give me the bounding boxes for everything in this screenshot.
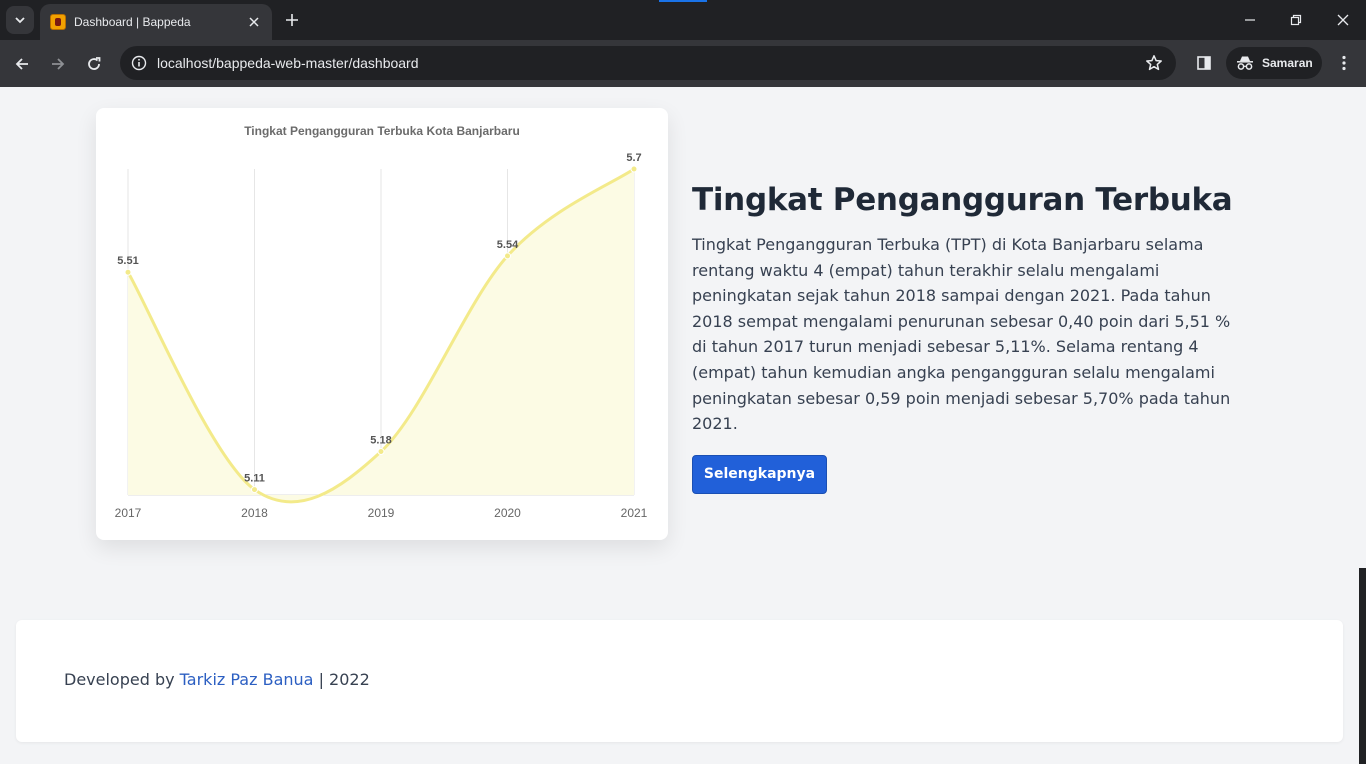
- arrow-left-icon: [15, 58, 28, 70]
- star-icon: [1146, 55, 1162, 71]
- side-panel-icon: [1197, 56, 1211, 70]
- close-icon: [1337, 14, 1349, 26]
- browser-toolbar: localhost/bappeda-web-master/dashboard S…: [0, 40, 1366, 87]
- minimize-icon: [1245, 19, 1255, 21]
- restore-button[interactable]: [1284, 8, 1308, 32]
- chart-card: Tingkat Pengangguran Terbuka Kota Banjar…: [96, 108, 668, 540]
- chart-x-tick-label: 2020: [494, 506, 521, 520]
- tab-close-button[interactable]: [246, 14, 262, 30]
- section-heading: Tingkat Pengangguran Terbuka: [692, 182, 1233, 218]
- info-icon: [131, 55, 147, 71]
- minimize-button[interactable]: [1238, 8, 1262, 32]
- chart-data-point[interactable]: [504, 252, 511, 260]
- profile-label: Samaran: [1262, 56, 1313, 70]
- chart-title: Tingkat Pengangguran Terbuka Kota Banjar…: [244, 124, 520, 138]
- chart-x-tick-label: 2021: [621, 506, 648, 520]
- chart-data-label: 5.54: [497, 239, 519, 251]
- side-panel-button[interactable]: [1192, 50, 1216, 76]
- close-icon: [249, 17, 259, 27]
- tab-title: Dashboard | Bappeda: [74, 15, 191, 29]
- profile-button[interactable]: Samaran: [1226, 47, 1322, 79]
- back-button[interactable]: [8, 50, 36, 78]
- author-link[interactable]: Tarkiz Paz Banua: [180, 670, 314, 689]
- forward-button[interactable]: [44, 50, 72, 78]
- chart-data-point[interactable]: [630, 165, 638, 173]
- chart-x-tick-label: 2018: [241, 506, 268, 520]
- footer-credit: Developed by Tarkiz Paz Banua | 2022: [64, 670, 370, 689]
- tab-search-button[interactable]: [6, 6, 34, 34]
- chart-data-point[interactable]: [377, 448, 385, 456]
- tpt-area-chart: Tingkat Pengangguran Terbuka Kota Banjar…: [115, 124, 648, 520]
- more-vertical-icon: [1342, 55, 1346, 71]
- browser-tab-bar: Dashboard | Bappeda: [0, 0, 1366, 40]
- chart-data-label: 5.18: [370, 435, 391, 447]
- chart-data-point[interactable]: [251, 486, 258, 494]
- footer: Developed by Tarkiz Paz Banua | 2022: [16, 620, 1343, 742]
- footer-suffix: | 2022: [318, 670, 370, 689]
- browser-menu-button[interactable]: [1332, 50, 1356, 76]
- scrollbar-thumb[interactable]: [1359, 568, 1366, 764]
- browser-tab-active[interactable]: Dashboard | Bappeda: [40, 4, 272, 40]
- address-bar[interactable]: localhost/bappeda-web-master/dashboard: [120, 46, 1176, 80]
- chevron-down-icon: [15, 17, 25, 24]
- chart-data-label: 5.11: [244, 473, 265, 485]
- section-description: Tingkat Pengangguran Terbuka (TPT) di Ko…: [692, 235, 1231, 434]
- chart-x-tick-label: 2017: [115, 506, 142, 520]
- bookmark-button[interactable]: [1144, 53, 1164, 73]
- site-info-button[interactable]: [128, 52, 150, 74]
- chart-data-label: 5.7: [626, 152, 641, 164]
- chart-x-tick-label: 2019: [368, 506, 395, 520]
- url-text: localhost/bappeda-web-master/dashboard: [157, 55, 419, 71]
- new-tab-button[interactable]: [280, 8, 304, 32]
- reload-icon: [88, 57, 101, 70]
- arrow-right-icon: [52, 58, 65, 70]
- plus-icon: [286, 14, 298, 26]
- chart-data-point[interactable]: [124, 268, 132, 276]
- reload-button[interactable]: [80, 50, 108, 78]
- info-section: Tingkat Pengangguran Terbuka Tingkat Pen…: [692, 182, 1262, 494]
- close-window-button[interactable]: [1331, 8, 1355, 32]
- selengkapnya-button[interactable]: Selengkapnya: [692, 454, 827, 494]
- restore-icon: [1290, 14, 1302, 26]
- favicon-icon: [50, 14, 66, 30]
- footer-prefix: Developed by: [64, 670, 175, 689]
- chart-data-label: 5.51: [117, 255, 138, 267]
- incognito-icon: [1237, 56, 1253, 70]
- tab-strip-accent: [659, 0, 707, 2]
